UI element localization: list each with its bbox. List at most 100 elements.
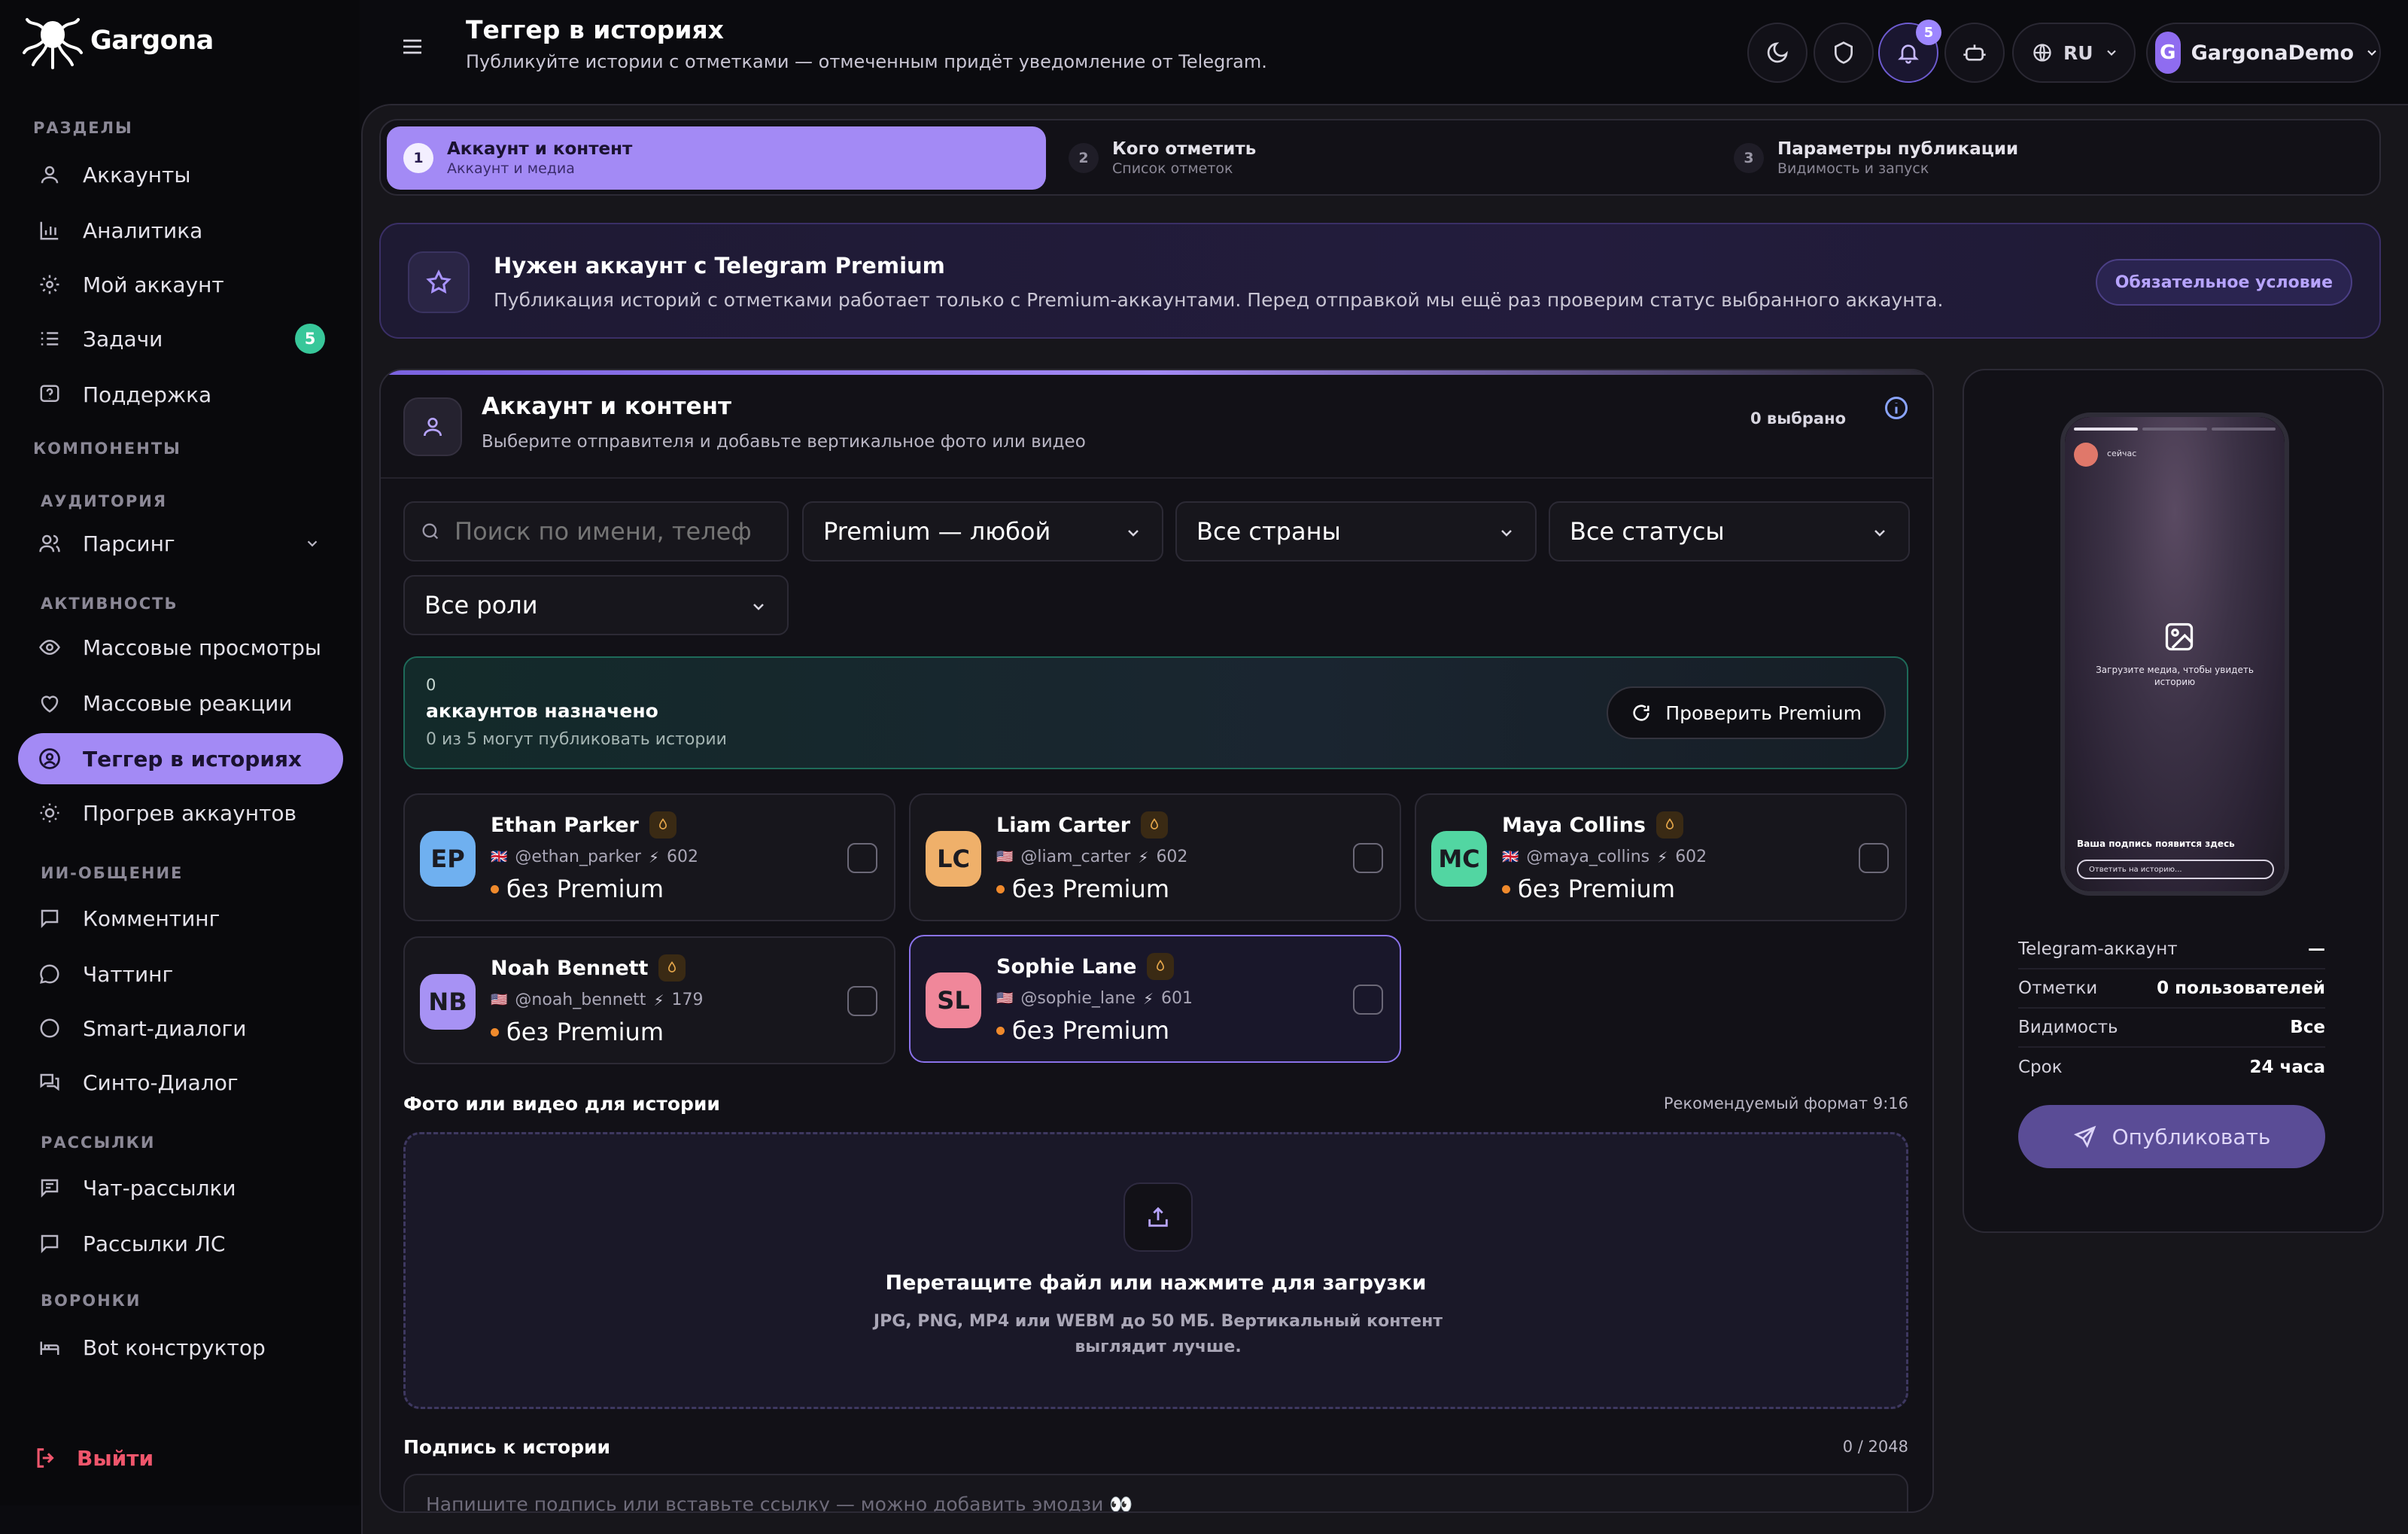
account-checkbox[interactable] (847, 843, 877, 873)
sidebar-item-my-account[interactable]: Мой аккаунт (18, 259, 343, 310)
account-card[interactable]: MC Maya Collins 🇬🇧 @maya_collins ⚡ 602 без … (1415, 793, 1907, 921)
caption-counter: 0 / 2048 (1842, 1438, 1908, 1456)
octopus-logo-icon (20, 11, 86, 71)
search-field[interactable] (403, 501, 789, 562)
logo[interactable]: Gargona (20, 11, 214, 71)
sidebar-item-label: Задачи (83, 326, 163, 352)
account-card[interactable]: SL Sophie Lane 🇺🇸 @sophie_lane ⚡ 601 без Pr… (909, 935, 1401, 1063)
account-checkbox[interactable] (1353, 843, 1383, 873)
check-premium-button[interactable]: Проверить Premium (1607, 686, 1886, 739)
sidebar-item-commenting[interactable]: Комментинг (18, 893, 343, 944)
sidebar-item-mass-views[interactable]: Массовые просмотры (18, 622, 343, 673)
section-label-auditoriya: АУДИТОРИЯ (41, 492, 168, 510)
user-menu[interactable]: G GargonaDemo (2146, 23, 2381, 83)
status-filter-select[interactable]: Все статусы (1549, 501, 1910, 562)
caption-textarea[interactable]: Напишите подпись или вставьте ссылку — м… (403, 1474, 1908, 1511)
image-icon (2163, 620, 2196, 653)
step-tag-targets[interactable]: 2 Кого отметить Список отметок (1052, 126, 1711, 190)
summary-key: Отметки (2018, 979, 2098, 998)
sidebar-item-chatting[interactable]: Чаттинг (18, 948, 343, 1000)
account-checkbox[interactable] (1859, 843, 1889, 873)
progress-segment (2142, 428, 2207, 431)
story-progress-bars (2074, 428, 2276, 431)
bell-icon (1896, 41, 1920, 65)
chevron-down-icon (749, 598, 768, 616)
summary-key: Telegram-аккаунт (2018, 939, 2178, 959)
sidebar-item-story-tagger[interactable]: Теггер в историях (18, 733, 343, 784)
sidebar-item-label: Поддержка (83, 382, 212, 407)
language-select[interactable]: RU (2012, 23, 2136, 83)
account-status-label: без Premium (506, 875, 664, 903)
step-account-content[interactable]: 1 Аккаунт и контент Аккаунт и медиа (387, 126, 1046, 190)
avatar: SL (926, 972, 981, 1028)
sidebar-item-parsing[interactable]: Парсинг (18, 518, 343, 569)
section-label-razdely: РАЗДЕЛЫ (33, 119, 133, 137)
premium-gem-icon (1147, 953, 1175, 980)
sidebar-item-chat-mailing[interactable]: Чат-рассылки (18, 1162, 343, 1213)
role-filter-select[interactable]: Все роли (403, 575, 789, 635)
banner-title: Нужен аккаунт с Telegram Premium (494, 253, 945, 278)
assigned-title: аккаунтов назначено (426, 700, 658, 722)
notifications-button[interactable]: 5 (1878, 20, 1941, 83)
message-square-icon (36, 1230, 63, 1257)
user-icon (36, 161, 63, 188)
media-dropzone[interactable]: Перетащите файл или нажмите для загрузки… (403, 1132, 1908, 1409)
account-card[interactable]: EP Ethan Parker 🇬🇧 @ethan_parker ⚡ 602 без … (403, 793, 895, 921)
media-label: Фото или видео для истории (403, 1093, 720, 1115)
status-dot (996, 1026, 1005, 1035)
flag-icon: 🇺🇸 (996, 991, 1014, 1006)
story-screen: сейчас Загрузите медиа, чтобы увидеть ис… (2065, 417, 2285, 891)
sidebar-item-mass-reactions[interactable]: Массовые реакции (18, 677, 343, 729)
account-status-label: без Premium (1518, 875, 1675, 903)
sidebar-item-tasks[interactable]: Задачи 5 (18, 313, 343, 364)
sidebar-item-smart-dialogs[interactable]: Smart-диалоги (18, 1003, 343, 1054)
search-input[interactable] (453, 516, 754, 546)
step-number: 1 (403, 143, 433, 173)
account-content-card: Аккаунт и контент Выберите отправителя и… (379, 369, 1934, 1513)
premium-requirement-banner: Нужен аккаунт с Telegram Premium Публика… (379, 223, 2381, 339)
sidebar-item-dm-mailing[interactable]: Рассылки ЛС (18, 1218, 343, 1269)
shield-icon (1832, 41, 1856, 65)
premium-filter-select[interactable]: Premium — любой (802, 501, 1163, 562)
security-button[interactable] (1814, 23, 1874, 83)
user-name: GargonaDemo (2191, 41, 2354, 65)
account-username: @ethan_parker (515, 848, 641, 866)
sidebar-item-accounts[interactable]: Аккаунты (18, 149, 343, 200)
brand-name: Gargona (90, 26, 214, 56)
sidebar-item-support[interactable]: Поддержка (18, 369, 343, 420)
sidebar-item-synth-dialog[interactable]: Синто-Диалог (18, 1057, 343, 1108)
account-card[interactable]: NB Noah Bennett 🇺🇸 @noah_bennett ⚡ 179 без … (403, 936, 895, 1064)
info-icon[interactable] (1883, 394, 1910, 422)
sidebar-item-label: Синто-Диалог (83, 1070, 239, 1095)
sidebar: Gargona РАЗДЕЛЫ Аккаунты Аналитика Мой а… (0, 0, 360, 1505)
status-filter-value: Все статусы (1570, 517, 1725, 546)
section-label-voronki: ВОРОНКИ (41, 1292, 141, 1310)
avatar: MC (1431, 831, 1487, 887)
account-name-row: Liam Carter (996, 811, 1169, 839)
country-filter-select[interactable]: Все страны (1175, 501, 1537, 562)
account-status: без Premium (1502, 875, 1675, 903)
logout-label: Выйти (77, 1445, 154, 1471)
account-checkbox[interactable] (847, 986, 877, 1016)
help-icon (36, 381, 63, 408)
account-username: @liam_carter (1020, 848, 1131, 866)
sidebar-item-warmup[interactable]: Прогрев аккаунтов (18, 787, 343, 839)
status-dot (491, 884, 499, 893)
publish-button[interactable]: Опубликовать (2018, 1105, 2325, 1168)
sidebar-item-label: Bot конструктор (83, 1335, 266, 1360)
bar-chart-icon (36, 217, 63, 244)
bot-button[interactable] (1944, 23, 2005, 83)
globe-icon (2032, 42, 2053, 63)
sidebar-item-analytics[interactable]: Аналитика (18, 205, 343, 256)
list-icon (36, 325, 63, 352)
account-checkbox[interactable] (1353, 985, 1383, 1015)
theme-toggle-button[interactable] (1747, 23, 1808, 83)
logout-button[interactable]: Выйти (33, 1445, 154, 1471)
users-icon (36, 530, 63, 557)
account-card[interactable]: LC Liam Carter 🇺🇸 @liam_carter ⚡ 602 без Pr… (909, 793, 1401, 921)
step-publish-params[interactable]: 3 Параметры публикации Видимость и запус… (1717, 126, 2376, 190)
role-filter-value: Все роли (424, 591, 538, 619)
sidebar-item-bot-builder[interactable]: Bot конструктор (18, 1322, 343, 1373)
menu-toggle-icon[interactable] (400, 35, 424, 59)
search-icon (420, 521, 441, 542)
